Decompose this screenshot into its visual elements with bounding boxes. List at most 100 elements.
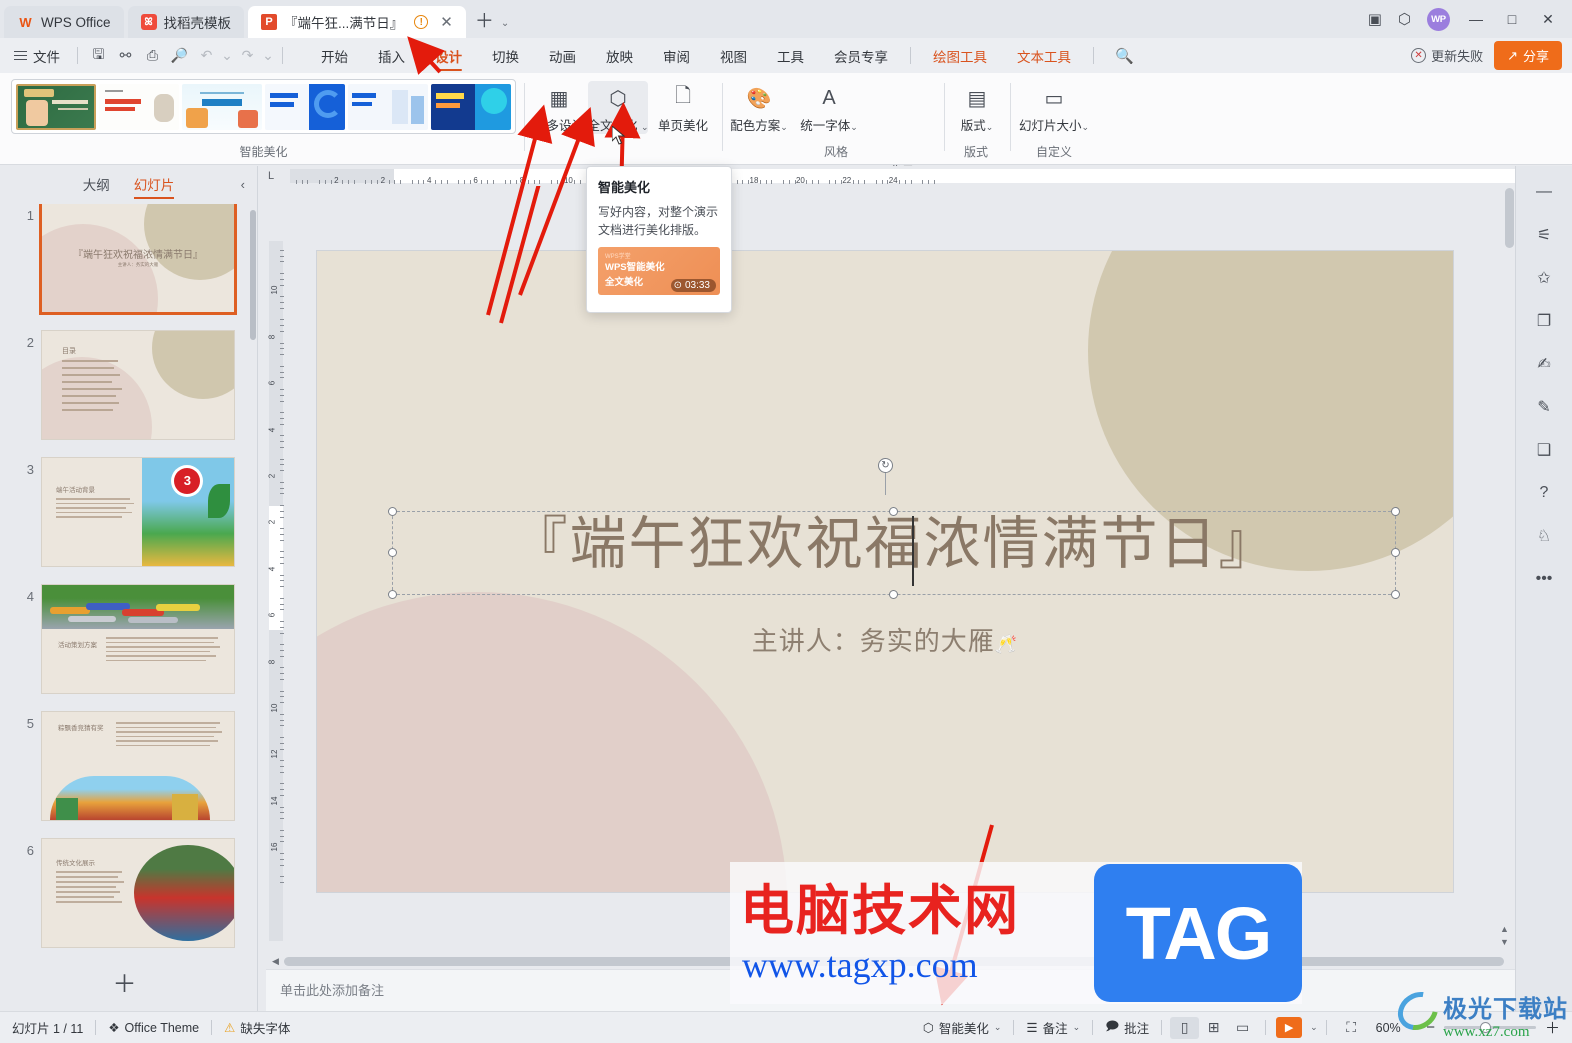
- color-scheme-button[interactable]: 🎨 配色方案⌄: [730, 81, 788, 134]
- alert-icon[interactable]: !: [414, 15, 429, 29]
- shapes-align-icon[interactable]: ❐: [1530, 309, 1558, 333]
- resize-handle-ne[interactable]: [1391, 507, 1400, 516]
- scroll-down-icon[interactable]: ▼: [1500, 937, 1515, 947]
- list-item[interactable]: 6 传统文化展示: [0, 839, 249, 947]
- tab-animation[interactable]: 动画: [534, 38, 591, 73]
- collapse-panel-icon[interactable]: ‹: [241, 177, 245, 192]
- tab-wps-office[interactable]: W WPS Office: [4, 6, 124, 38]
- title-textbox[interactable]: 『端午狂欢祝福浓情满节日』: [388, 507, 1400, 599]
- slide-panel-scrollbar[interactable]: [250, 210, 256, 340]
- fit-to-window-button[interactable]: ⛶: [1337, 1017, 1366, 1039]
- single-page-beautify-button[interactable]: 🗋 单页美化: [654, 81, 712, 134]
- print-icon[interactable]: ⎙: [139, 47, 166, 64]
- template-thumbnail[interactable]: [16, 83, 96, 130]
- zoom-slider-knob[interactable]: [1479, 1022, 1491, 1033]
- slide-thumbnail[interactable]: 粽飘香竞猜有奖: [42, 712, 234, 820]
- scroll-left-icon[interactable]: ◀: [272, 956, 279, 967]
- missing-font-button[interactable]: ⚠ 缺失字体: [212, 1018, 302, 1037]
- rotate-handle[interactable]: ↻: [878, 458, 893, 473]
- template-thumbnail[interactable]: [99, 83, 179, 130]
- resize-handle-n[interactable]: [889, 507, 898, 516]
- view-normal-button[interactable]: ▯: [1170, 1016, 1200, 1039]
- zoom-slider[interactable]: [1443, 1022, 1536, 1033]
- notes-pane[interactable]: 单击此处添加备注: [266, 969, 1515, 1011]
- canvas-vertical-scrollbar[interactable]: [1505, 188, 1514, 248]
- slide-canvas-area[interactable]: ↻ 『端午狂欢祝福浓情满节日』 主讲人：务实的大雁🥂: [286, 186, 1515, 953]
- tab-drawing-tools[interactable]: 绘图工具: [918, 38, 1002, 73]
- zoom-in-button[interactable]: ＋: [1545, 1017, 1560, 1038]
- redo-icon[interactable]: ↷: [234, 47, 261, 64]
- more-icon[interactable]: •••: [1530, 567, 1558, 591]
- tab-text-tools[interactable]: 文本工具: [1002, 38, 1086, 73]
- undo-icon[interactable]: ↶: [193, 47, 220, 64]
- template-thumbnail[interactable]: [348, 83, 428, 130]
- print-preview-icon[interactable]: 🔎: [166, 47, 193, 64]
- search-doc-icon[interactable]: ❑: [1530, 438, 1558, 462]
- canvas-horizontal-scrollbar[interactable]: ◀: [266, 953, 1515, 969]
- slide-thumbnail[interactable]: 『端午狂欢祝福浓情满节日』 主讲人：务实的大雁: [42, 204, 234, 312]
- tooltip-video-card[interactable]: WPS学堂 WPS智能美化 全文美化 ⊙ 03:33: [598, 247, 720, 295]
- tab-list-chevron-icon[interactable]: ⌄: [501, 18, 509, 29]
- add-slide-button[interactable]: ＋: [0, 964, 249, 999]
- vertical-ruler[interactable]: 10 8 6 4 2 2 4 6 8 10 12 14 16: [266, 186, 286, 953]
- tab-design[interactable]: 设计: [420, 38, 477, 73]
- tab-document[interactable]: P 『端午狂...满节日』 ! ✕: [248, 6, 466, 38]
- more-design-button[interactable]: ▦ 更多设计: [530, 81, 588, 134]
- tab-find-template[interactable]: ꕤ 找稻壳模板: [127, 6, 245, 38]
- save-icon[interactable]: 🖫: [85, 44, 112, 68]
- tab-view[interactable]: 视图: [705, 38, 762, 73]
- design-template-gallery[interactable]: [11, 79, 516, 134]
- star-effects-icon[interactable]: ✩: [1530, 266, 1558, 290]
- slide-thumbnail[interactable]: 目录: [42, 331, 234, 439]
- zoom-options-chevron-icon[interactable]: ⌄: [1410, 1022, 1418, 1033]
- scroll-up-icon[interactable]: ▲: [1500, 924, 1515, 934]
- tab-tools[interactable]: 工具: [762, 38, 819, 73]
- slide-thumbnail[interactable]: 活动策划方案: [42, 585, 234, 693]
- canvas-scroll-buttons[interactable]: ▲ ▼: [1500, 924, 1515, 947]
- list-item[interactable]: 4 活动策划方案: [0, 585, 249, 693]
- help-icon[interactable]: ?: [1530, 481, 1558, 505]
- tab-review[interactable]: 审阅: [648, 38, 705, 73]
- share-link-icon[interactable]: ⚯: [112, 47, 139, 64]
- slide-size-button[interactable]: ▭ 幻灯片大小⌄: [1016, 81, 1092, 134]
- horizontal-ruler[interactable]: L 224681012141618202224: [266, 166, 1515, 186]
- slide-thumbnail-list[interactable]: 1 『端午狂欢祝福浓情满节日』 主讲人：务实的大雁 2 目录 3 3 端午活动背…: [0, 204, 249, 955]
- resize-handle-w[interactable]: [388, 548, 397, 557]
- smart-beautify-status-button[interactable]: ⬡ 智能美化 ⌄: [911, 1018, 1013, 1037]
- list-item[interactable]: 5 粽飘香竞猜有奖: [0, 712, 249, 820]
- start-slideshow-button[interactable]: ▶: [1276, 1017, 1303, 1038]
- cube-icon[interactable]: ⬡: [1398, 10, 1411, 28]
- list-item[interactable]: 1 『端午狂欢祝福浓情满节日』 主讲人：务实的大雁: [0, 204, 249, 312]
- maximize-window-button[interactable]: □: [1502, 11, 1522, 27]
- minimize-window-button[interactable]: —: [1466, 11, 1486, 27]
- avatar[interactable]: WP: [1427, 7, 1450, 31]
- template-thumbnail[interactable]: [265, 83, 345, 130]
- resize-handle-s[interactable]: [889, 590, 898, 599]
- view-reading-button[interactable]: ▭: [1228, 1017, 1257, 1039]
- template-thumbnail[interactable]: [431, 83, 511, 130]
- unify-font-button[interactable]: A 统一字体⌄: [800, 81, 858, 134]
- close-window-button[interactable]: ✕: [1538, 11, 1558, 28]
- tab-outline[interactable]: 大纲: [83, 174, 110, 197]
- update-failed-button[interactable]: ✕ 更新失败: [1411, 46, 1483, 65]
- list-item[interactable]: 3 3 端午活动背景: [0, 458, 249, 566]
- redo-chevron-icon[interactable]: ⌄: [261, 47, 275, 64]
- theme-button[interactable]: ❖ Office Theme: [96, 1020, 211, 1036]
- search-icon[interactable]: 🔍: [1115, 47, 1134, 65]
- comment-button[interactable]: 🗩 批注: [1093, 1017, 1161, 1038]
- tab-start[interactable]: 开始: [306, 38, 363, 73]
- file-menu-button[interactable]: 文件: [0, 46, 70, 66]
- resize-handle-sw[interactable]: [388, 590, 397, 599]
- properties-icon[interactable]: ⚟: [1530, 223, 1558, 247]
- slide-editor[interactable]: ↻ 『端午狂欢祝福浓情满节日』 主讲人：务实的大雁🥂: [317, 251, 1453, 892]
- resize-handle-e[interactable]: [1391, 548, 1400, 557]
- slide-subtitle[interactable]: 主讲人：务实的大雁🥂: [317, 621, 1453, 658]
- tab-insert[interactable]: 插入: [363, 38, 420, 73]
- template-thumbnail[interactable]: [182, 83, 262, 130]
- close-tab-icon[interactable]: ✕: [440, 13, 453, 31]
- tab-stop-icon[interactable]: L: [268, 170, 274, 182]
- share-button[interactable]: ↗ 分享: [1494, 41, 1562, 70]
- tab-member-exclusive[interactable]: 会员专享: [819, 38, 903, 73]
- notes-toggle-button[interactable]: ☰ 备注 ⌄: [1014, 1018, 1092, 1037]
- slide-thumbnail[interactable]: 传统文化展示: [42, 839, 234, 947]
